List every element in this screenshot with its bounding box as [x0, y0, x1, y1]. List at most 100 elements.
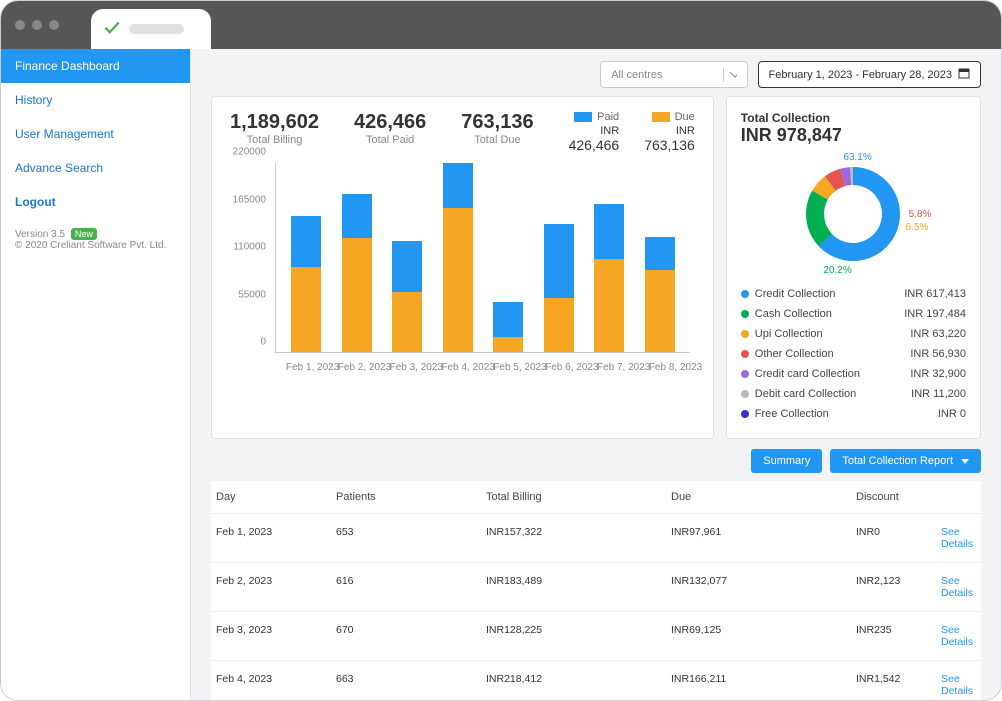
stat-value: 763,136	[461, 111, 533, 134]
min-dot[interactable]	[32, 20, 42, 30]
see-details-link[interactable]: See Details	[941, 673, 976, 697]
see-details-link[interactable]: See Details	[941, 624, 976, 648]
collection-value: INR 0	[938, 408, 966, 420]
sidebar-item-finance-dashboard[interactable]: Finance Dashboard	[1, 49, 190, 83]
collection-dot	[741, 330, 749, 338]
bar-group	[645, 237, 675, 352]
collection-name: Credit card Collection	[755, 368, 911, 380]
legend-color-swatch	[574, 112, 592, 122]
bar-group	[443, 163, 473, 352]
legend-color-swatch	[652, 112, 670, 122]
y-tick: 55000	[238, 289, 266, 300]
collection-name: Credit Collection	[755, 288, 904, 300]
browser-tab[interactable]	[91, 9, 211, 49]
centre-select[interactable]: All centres	[600, 61, 747, 88]
bar-group	[594, 204, 624, 352]
cell-due: INR166,211	[671, 673, 856, 697]
legend-value: 426,466	[569, 137, 620, 153]
legend-value: 763,136	[644, 137, 695, 153]
collection-name: Upi Collection	[755, 328, 911, 340]
stat-label: Total Paid	[354, 134, 426, 146]
cell-billing: INR157,322	[486, 526, 671, 550]
calendar-icon	[958, 67, 970, 82]
cell-day: Feb 4, 2023	[216, 673, 336, 697]
legend-currency: INR	[644, 125, 695, 137]
titlebar	[1, 1, 1001, 49]
cell-billing: INR218,412	[486, 673, 671, 697]
chart-legend: Paid INR 426,466 Due INR 763,136	[569, 111, 695, 153]
bar-group	[392, 241, 422, 352]
collection-dot	[741, 370, 749, 378]
tab-title-placeholder	[129, 24, 184, 34]
collection-dot	[741, 410, 749, 418]
cell-discount: INR2,123	[856, 575, 941, 599]
total-collection-report-button[interactable]: Total Collection Report	[830, 449, 981, 473]
sidebar-item-history[interactable]: History	[1, 83, 190, 117]
cell-patients: 616	[336, 575, 486, 599]
top-filters: All centres February 1, 2023 - February …	[211, 61, 981, 88]
stat-label: Total Billing	[230, 134, 319, 146]
content-area: Finance DashboardHistoryUser ManagementA…	[1, 49, 1001, 701]
close-dot[interactable]	[15, 20, 25, 30]
table-header: Day Patients Total Billing Due Discount	[211, 481, 981, 513]
date-range-picker[interactable]: February 1, 2023 - February 28, 2023	[758, 61, 981, 88]
x-label: Feb 8, 2023	[649, 362, 679, 373]
x-label: Feb 1, 2023	[286, 362, 316, 373]
table-row: Feb 4, 2023663INR218,412INR166,211INR1,5…	[211, 660, 981, 701]
main-panel: All centres February 1, 2023 - February …	[191, 49, 1001, 701]
col-patients: Patients	[336, 491, 486, 503]
centre-select-value: All centres	[611, 69, 662, 81]
cell-patients: 653	[336, 526, 486, 550]
collection-dot	[741, 310, 749, 318]
legend-paid: Paid INR 426,466	[569, 111, 620, 153]
bar-group	[291, 216, 321, 352]
donut-pct-other: 5.8%	[909, 209, 932, 220]
x-label: Feb 2, 2023	[338, 362, 368, 373]
legend-currency: INR	[569, 125, 620, 137]
collection-dot	[741, 390, 749, 398]
billing-chart-panel: 1,189,602 Total Billing 426,466 Total Pa…	[211, 96, 714, 439]
chevron-down-icon	[723, 68, 737, 82]
see-details-link[interactable]: See Details	[941, 526, 976, 550]
stat-value: 1,189,602	[230, 111, 319, 134]
cell-patients: 670	[336, 624, 486, 648]
cell-billing: INR183,489	[486, 575, 671, 599]
app-window: Finance DashboardHistoryUser ManagementA…	[0, 0, 1002, 701]
check-icon	[103, 18, 121, 41]
summary-button[interactable]: Summary	[751, 449, 822, 473]
cell-discount: INR0	[856, 526, 941, 550]
collection-value: INR 197,484	[904, 308, 966, 320]
donut-pct-cash: 20.2%	[823, 265, 851, 276]
collection-row: Other CollectionINR 56,930	[741, 344, 966, 364]
stacked-bar-chart: 055000110000165000220000 Feb 1, 2023Feb …	[230, 163, 695, 373]
sidebar-item-user-management[interactable]: User Management	[1, 117, 190, 151]
donut-chart: 63.1% 5.8% 6.5% 20.2%	[793, 154, 913, 274]
col-discount: Discount	[856, 491, 941, 503]
collection-value: INR 11,200	[911, 388, 966, 400]
collection-dot	[741, 290, 749, 298]
table-row: Feb 1, 2023653INR157,322INR97,961INR0See…	[211, 513, 981, 562]
collection-value: INR 63,220	[910, 328, 966, 340]
max-dot[interactable]	[49, 20, 59, 30]
button-label: Summary	[763, 455, 810, 467]
collection-title: Total Collection	[741, 111, 966, 125]
collection-dot	[741, 350, 749, 358]
bar-group	[342, 194, 372, 352]
cell-day: Feb 1, 2023	[216, 526, 336, 550]
collection-amount: INR 978,847	[741, 125, 966, 146]
y-tick: 220000	[233, 147, 266, 158]
bar-group	[544, 224, 574, 352]
collection-value: INR 32,900	[910, 368, 966, 380]
see-details-link[interactable]: See Details	[941, 575, 976, 599]
sidebar-item-logout[interactable]: Logout	[1, 185, 190, 219]
version-info: Version 3.5 New © 2020 Creliant Software…	[1, 219, 190, 261]
cell-billing: INR128,225	[486, 624, 671, 648]
collection-name: Free Collection	[755, 408, 938, 420]
collection-value: INR 56,930	[910, 348, 966, 360]
chevron-down-icon	[961, 459, 969, 464]
sidebar-item-advance-search[interactable]: Advance Search	[1, 151, 190, 185]
collection-row: Cash CollectionINR 197,484	[741, 304, 966, 324]
cell-due: INR97,961	[671, 526, 856, 550]
stat-label: Total Due	[461, 134, 533, 146]
col-day: Day	[216, 491, 336, 503]
